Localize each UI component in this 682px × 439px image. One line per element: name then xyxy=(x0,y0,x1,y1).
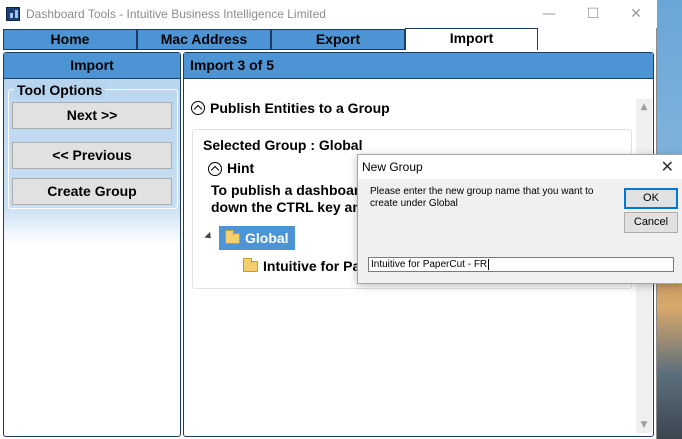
left-panel: Import Tool Options Next >> << Previous … xyxy=(3,52,181,437)
tree-node-global[interactable]: Global xyxy=(219,226,295,250)
dialog-message: Please enter the new group name that you… xyxy=(370,186,594,209)
ok-button[interactable]: OK xyxy=(624,188,678,209)
previous-button[interactable]: << Previous xyxy=(12,142,172,169)
tree-node-intuitive[interactable]: Intuitive for Pa xyxy=(237,254,366,278)
selected-group-label: Selected Group : Global xyxy=(203,137,363,153)
create-group-button[interactable]: Create Group xyxy=(12,178,172,205)
scroll-up-icon[interactable]: ▲ xyxy=(636,99,652,115)
chevron-up-circle-icon[interactable] xyxy=(191,101,205,115)
app-icon xyxy=(6,7,20,21)
main-panel-header: Import 3 of 5 xyxy=(184,53,653,79)
tab-bar: Home Mac Address Export Import xyxy=(3,28,654,50)
minimize-button[interactable]: — xyxy=(534,4,564,24)
scroll-down-icon[interactable]: ▼ xyxy=(636,417,652,433)
group-name-input[interactable]: Intuitive for PaperCut - FR xyxy=(368,257,674,272)
tree-node-label: Intuitive for Pa xyxy=(263,258,361,274)
tab-mac-address[interactable]: Mac Address xyxy=(137,29,271,50)
window-title: Dashboard Tools - Intuitive Business Int… xyxy=(26,7,326,21)
hint-text-line-1: To publish a dashboar xyxy=(211,182,360,198)
tree-node-label: Global xyxy=(245,230,289,246)
text-caret xyxy=(488,258,490,270)
hint-title: Hint xyxy=(227,160,255,176)
chevron-up-circle-icon[interactable] xyxy=(208,162,222,176)
title-bar: Dashboard Tools - Intuitive Business Int… xyxy=(0,0,657,28)
tab-export[interactable]: Export xyxy=(271,29,405,50)
tool-options-label: Tool Options xyxy=(14,82,106,98)
new-group-dialog: New Group ✕ Please enter the new group n… xyxy=(357,154,682,284)
left-panel-header: Import xyxy=(4,53,180,79)
tab-home[interactable]: Home xyxy=(3,29,137,50)
folder-icon xyxy=(243,258,258,272)
cancel-button[interactable]: Cancel xyxy=(624,212,678,233)
dialog-title: New Group xyxy=(358,155,682,179)
tab-import[interactable]: Import xyxy=(405,28,538,50)
hint-text-line-2: down the CTRL key an xyxy=(211,199,361,215)
close-button[interactable]: ✕ xyxy=(621,4,651,24)
dialog-close-icon[interactable]: ✕ xyxy=(661,156,674,178)
tree-expander-icon[interactable] xyxy=(204,231,214,242)
folder-icon xyxy=(225,230,240,244)
next-button[interactable]: Next >> xyxy=(12,102,172,129)
group-name-input-value: Intuitive for PaperCut - FR xyxy=(371,259,488,270)
section-title: Publish Entities to a Group xyxy=(210,100,390,116)
maximize-button[interactable]: ☐ xyxy=(578,4,608,24)
